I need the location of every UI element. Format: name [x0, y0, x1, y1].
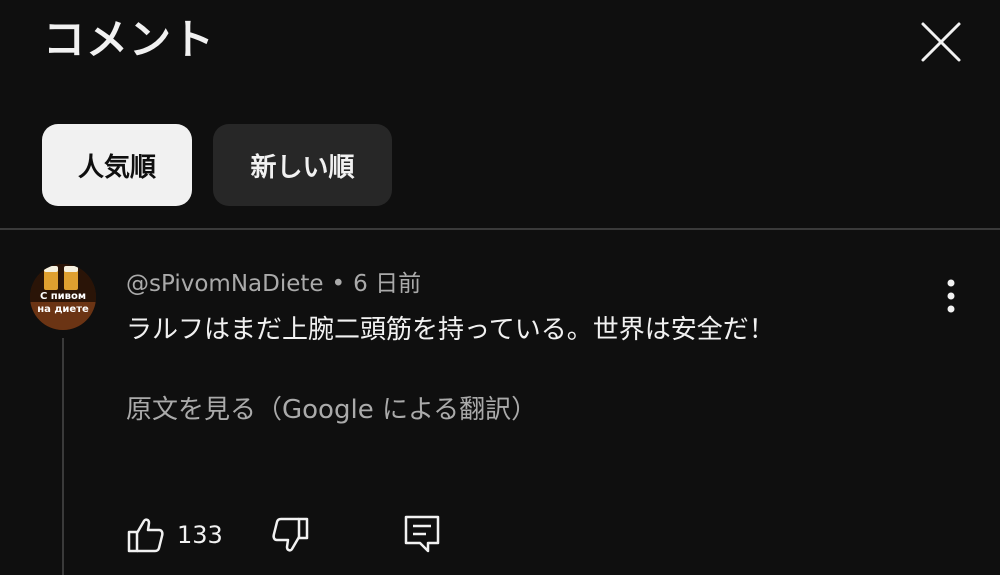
reply-button[interactable] [402, 513, 442, 555]
more-options-button[interactable] [934, 276, 968, 316]
avatar[interactable]: С пивом на диете [30, 264, 96, 330]
avatar-text: С пивом [40, 291, 86, 302]
close-button[interactable] [917, 18, 965, 66]
sort-chip-newest[interactable]: 新しい順 [213, 124, 392, 206]
like-count: 133 [177, 521, 223, 549]
like-button[interactable] [126, 515, 166, 555]
divider [0, 228, 1000, 230]
thumbs-up-icon [127, 518, 164, 553]
comment-text: ラルフはまだ上腕二頭筋を持っている。世界は安全だ！ [126, 315, 775, 345]
comment-author[interactable]: @sPivomNaDiete [126, 271, 324, 297]
reply-icon [404, 515, 440, 553]
close-icon [921, 22, 961, 62]
dislike-button[interactable] [270, 515, 310, 555]
sort-chip-label: 新しい順 [250, 152, 355, 183]
avatar-image: С пивом на диете [30, 264, 96, 330]
thread-line [62, 338, 64, 575]
show-original-link[interactable]: 原文を見る（Google による翻訳） [126, 392, 537, 428]
comment-meta: @sPivomNaDiete • 6 日前 [126, 268, 421, 300]
sort-chip-popular[interactable]: 人気順 [42, 124, 192, 206]
more-vert-icon [947, 279, 955, 313]
sort-chip-label: 人気順 [77, 152, 156, 183]
meta-separator: • [331, 271, 346, 297]
avatar-text: на диете [37, 304, 89, 315]
page-title: コメント [43, 15, 216, 64]
thumbs-down-icon [272, 517, 309, 552]
comment-time: 6 日前 [353, 271, 422, 297]
